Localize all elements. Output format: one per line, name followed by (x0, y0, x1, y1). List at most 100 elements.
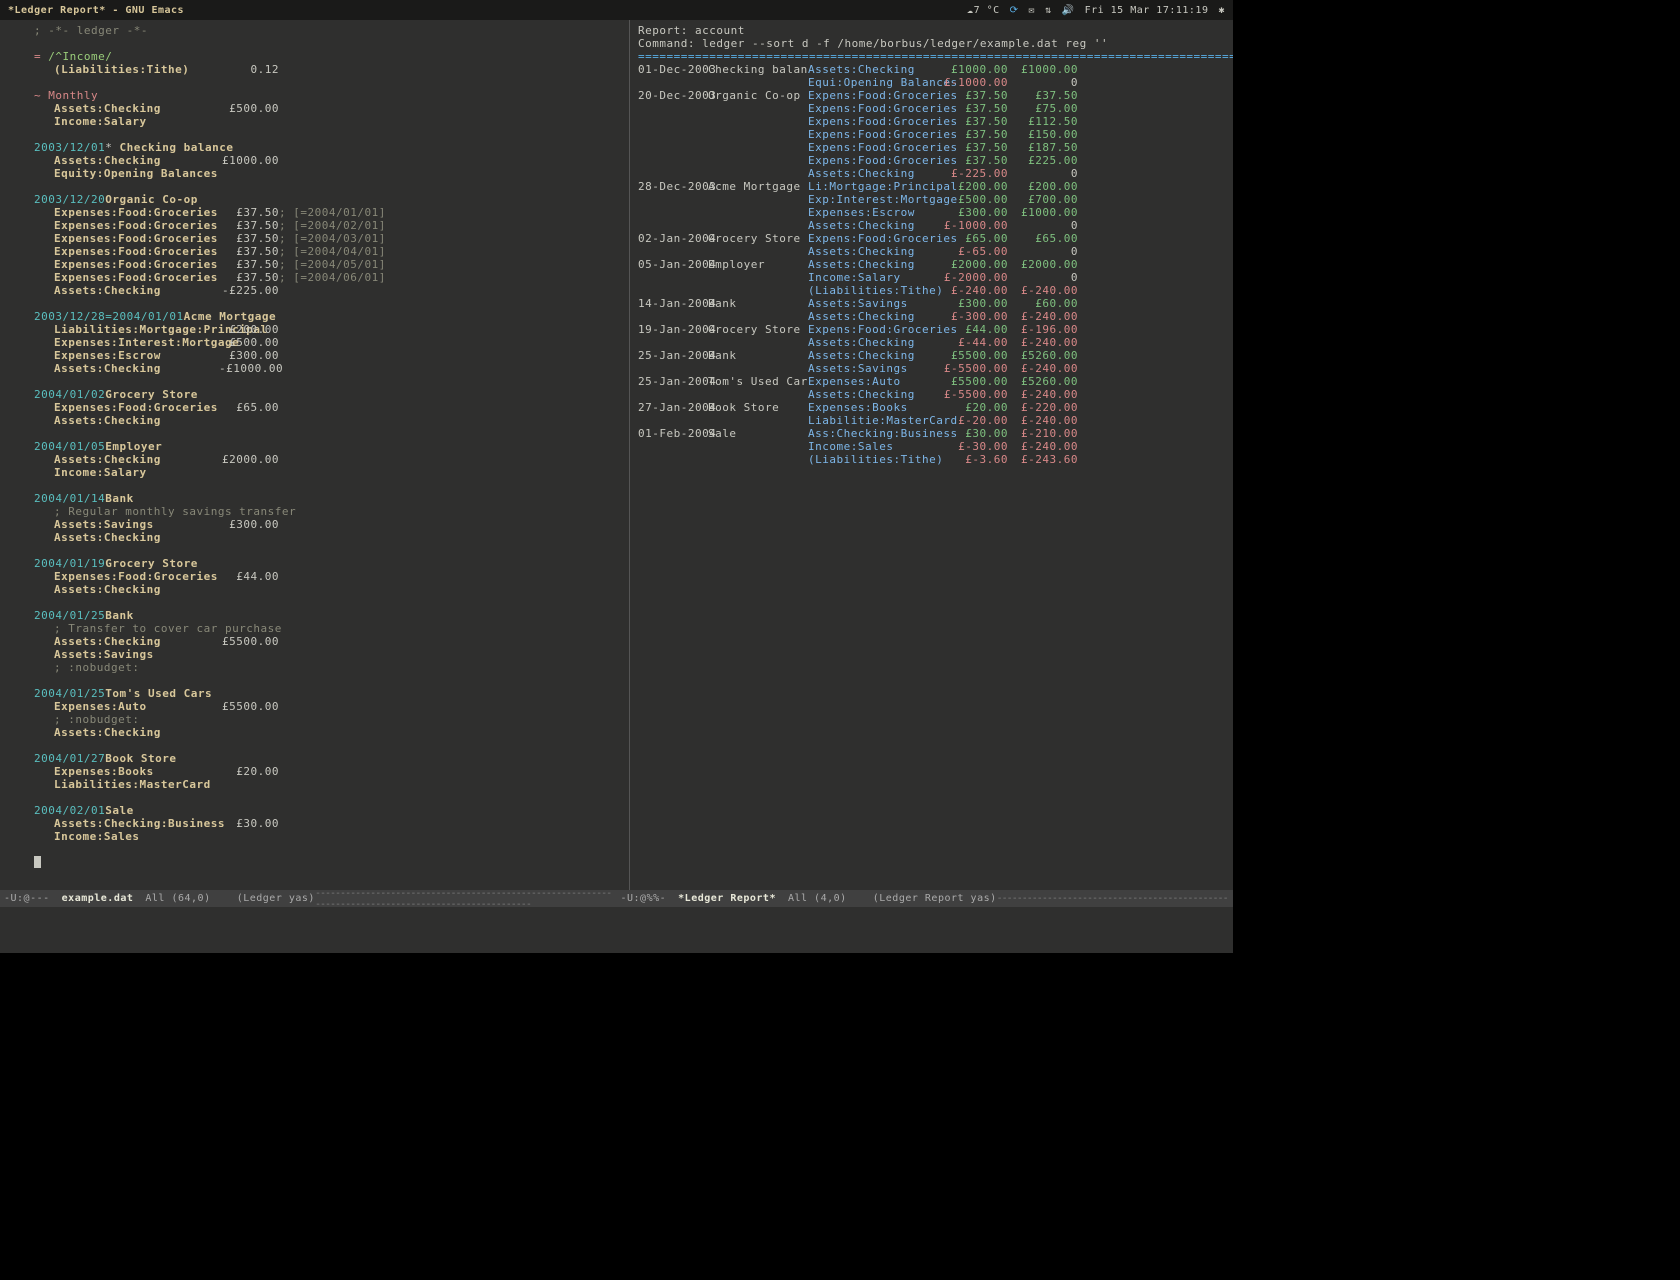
posting-line[interactable]: Assets:Checking (34, 531, 621, 544)
posting-line[interactable]: Income:Salary (34, 466, 621, 479)
register-row[interactable]: Assets:Checking£-65.000 (638, 245, 1225, 258)
posting-line[interactable]: Expenses:Escrow£300.00 (34, 349, 621, 362)
posting-line[interactable]: Expenses:Food:Groceries£65.00 (34, 401, 621, 414)
register-row[interactable]: Expens:Food:Groceries£37.50£112.50 (638, 115, 1225, 128)
posting-line[interactable]: Expenses:Food:Groceries£37.50 ; [=2004/0… (34, 245, 621, 258)
register-row[interactable]: Expenses:Escrow£300.00£1000.00 (638, 206, 1225, 219)
posting-line[interactable]: Assets:Checking£2000.00 (34, 453, 621, 466)
posting-line[interactable]: Expenses:Food:Groceries£37.50 ; [=2004/0… (34, 232, 621, 245)
register-row[interactable]: 25-Jan-2004BankAssets:Checking£5500.00£5… (638, 349, 1225, 362)
posting-line[interactable]: Liabilities:Mortgage:Principal£200.00 (34, 323, 621, 336)
register-row[interactable]: Income:Salary£-2000.000 (638, 271, 1225, 284)
register-row[interactable]: (Liabilities:Tithe)£-240.00£-240.00 (638, 284, 1225, 297)
settings-icon[interactable]: ✱ (1218, 5, 1225, 16)
txn-header[interactable]: 2003/12/01 * Checking balance (34, 141, 621, 154)
auto-rule-head[interactable]: = /^Income/ (34, 50, 621, 63)
register-row[interactable]: Equi:Opening Balances£-1000.000 (638, 76, 1225, 89)
posting-line[interactable]: Assets:Checking (34, 726, 621, 739)
txn-header[interactable]: 2003/12/28=2004/01/01 Acme Mortgage (34, 310, 621, 323)
register-row[interactable]: 01-Feb-2004SaleAss:Checking:Business£30.… (638, 427, 1225, 440)
posting-line[interactable]: Expenses:Food:Groceries£37.50 ; [=2004/0… (34, 206, 621, 219)
register-row[interactable]: 20-Dec-2003Organic Co-opExpens:Food:Groc… (638, 89, 1225, 102)
txn-header[interactable]: 2004/01/25 Bank (34, 609, 621, 622)
txn-date: 2003/12/01 (34, 141, 105, 154)
posting-line[interactable]: Expenses:Food:Groceries£44.00 (34, 570, 621, 583)
posting-line[interactable]: Expenses:Interest:Mortgage£500.00 (34, 336, 621, 349)
register-row[interactable]: Assets:Checking£-225.000 (638, 167, 1225, 180)
reg-account: Assets:Checking (808, 167, 938, 180)
register-row[interactable]: 02-Jan-2004Grocery StoreExpens:Food:Groc… (638, 232, 1225, 245)
posting-line[interactable]: Expenses:Food:Groceries£37.50 ; [=2004/0… (34, 271, 621, 284)
posting-line[interactable]: Expenses:Food:Groceries£37.50 ; [=2004/0… (34, 258, 621, 271)
txn-header[interactable]: 2004/01/05 Employer (34, 440, 621, 453)
register-row[interactable]: 27-Jan-2004Book StoreExpenses:Books£20.0… (638, 401, 1225, 414)
txn-header[interactable]: 2004/01/25 Tom's Used Cars (34, 687, 621, 700)
minibuffer[interactable] (0, 907, 1233, 927)
posting-line[interactable]: Assets:Checking£500.00 (34, 102, 621, 115)
ledger-report-pane[interactable]: Report: accountCommand: ledger --sort d … (630, 20, 1233, 890)
reg-balance: £-196.00 (1008, 323, 1078, 336)
refresh-icon[interactable]: ⟳ (1010, 5, 1019, 16)
reg-account: Expenses:Escrow (808, 206, 938, 219)
posting-line[interactable]: Income:Salary (34, 115, 621, 128)
clock-text[interactable]: Fri 15 Mar 17:11:19 (1085, 5, 1209, 16)
register-row[interactable]: 05-Jan-2004EmployerAssets:Checking£2000.… (638, 258, 1225, 271)
register-row[interactable]: Expens:Food:Groceries£37.50£187.50 (638, 141, 1225, 154)
posting-line[interactable]: Expenses:Food:Groceries£37.50 ; [=2004/0… (34, 219, 621, 232)
ledger-source-pane[interactable]: ; -*- ledger -*-= /^Income/(Liabilities:… (0, 20, 630, 890)
posting-line[interactable]: Assets:Checking:Business£30.00 (34, 817, 621, 830)
register-row[interactable]: Assets:Checking£-1000.000 (638, 219, 1225, 232)
posting-line[interactable]: Assets:Checking-£225.00 (34, 284, 621, 297)
reg-amount: £300.00 (938, 297, 1008, 310)
txn-comment: ; Transfer to cover car purchase (34, 622, 621, 635)
register-row[interactable]: Assets:Savings£-5500.00£-240.00 (638, 362, 1225, 375)
register-row[interactable]: (Liabilities:Tithe)£-3.60£-243.60 (638, 453, 1225, 466)
register-row[interactable]: Exp:Interest:Mortgage£500.00£700.00 (638, 193, 1225, 206)
posting-line[interactable]: Assets:Checking (34, 583, 621, 596)
register-row[interactable]: Assets:Checking£-44.00£-240.00 (638, 336, 1225, 349)
posting-line[interactable]: Assets:Savings£300.00 (34, 518, 621, 531)
posting-line[interactable]: Expenses:Books£20.00 (34, 765, 621, 778)
txn-date: 2004/01/14 (34, 492, 105, 505)
posting-line[interactable]: Assets:Checking£1000.00 (34, 154, 621, 167)
txn-header[interactable]: 2003/12/20 Organic Co-op (34, 193, 621, 206)
reg-balance: £-240.00 (1008, 388, 1078, 401)
posting-line[interactable]: Assets:Checking-£1000.00 (34, 362, 621, 375)
posting-line[interactable]: Income:Sales (34, 830, 621, 843)
reg-payee (708, 141, 808, 154)
mail-icon[interactable]: ✉ (1029, 5, 1036, 16)
register-row[interactable]: Expens:Food:Groceries£37.50£225.00 (638, 154, 1225, 167)
posting-line[interactable]: Assets:Checking£5500.00 (34, 635, 621, 648)
register-row[interactable]: Income:Sales£-30.00£-240.00 (638, 440, 1225, 453)
txn-header[interactable]: 2004/01/14 Bank (34, 492, 621, 505)
register-row[interactable]: Assets:Checking£-5500.00£-240.00 (638, 388, 1225, 401)
register-row[interactable]: 01-Dec-2003Checking balanceAssets:Checki… (638, 63, 1225, 76)
posting-line[interactable]: Assets:Checking (34, 414, 621, 427)
register-row[interactable]: Liabilitie:MasterCard£-20.00£-240.00 (638, 414, 1225, 427)
register-row[interactable]: 14-Jan-2004BankAssets:Savings£300.00£60.… (638, 297, 1225, 310)
volume-icon[interactable]: 🔊 (1062, 5, 1075, 16)
posting-line[interactable]: Assets:Savings (34, 648, 621, 661)
register-row[interactable]: 25-Jan-2004Tom's Used CarsExpenses:Auto£… (638, 375, 1225, 388)
posting-line[interactable]: Expenses:Auto£5500.00 (34, 700, 621, 713)
register-row[interactable]: 19-Jan-2004Grocery StoreExpens:Food:Groc… (638, 323, 1225, 336)
register-row[interactable]: Expens:Food:Groceries£37.50£75.00 (638, 102, 1225, 115)
txn-header[interactable]: 2004/01/19 Grocery Store (34, 557, 621, 570)
periodic-head[interactable]: ~ Monthly (34, 89, 621, 102)
posting-line[interactable]: Equity:Opening Balances (34, 167, 621, 180)
weather-widget[interactable]: ☁ 7 °C (967, 5, 1000, 16)
register-row[interactable]: Expens:Food:Groceries£37.50£150.00 (638, 128, 1225, 141)
txn-header[interactable]: 2004/02/01 Sale (34, 804, 621, 817)
reg-amount: £-3.60 (938, 453, 1008, 466)
modeline-left[interactable]: -U:@--- example.dat All (64,0) (Ledger y… (0, 890, 617, 907)
register-row[interactable]: 28-Dec-2003Acme MortgageLi:Mortgage:Prin… (638, 180, 1225, 193)
modeline-right[interactable]: -U:@%%- *Ledger Report* All (4,0) (Ledge… (617, 890, 1234, 907)
network-icon[interactable]: ⇅ (1045, 5, 1052, 16)
txn-payee: Grocery Store (105, 557, 198, 570)
posting-line[interactable]: (Liabilities:Tithe)0.12 (34, 63, 621, 76)
register-row[interactable]: Assets:Checking£-300.00£-240.00 (638, 310, 1225, 323)
txn-header[interactable]: 2004/01/02 Grocery Store (34, 388, 621, 401)
txn-header[interactable]: 2004/01/27 Book Store (34, 752, 621, 765)
reg-amount: £-240.00 (938, 284, 1008, 297)
posting-line[interactable]: Liabilities:MasterCard (34, 778, 621, 791)
